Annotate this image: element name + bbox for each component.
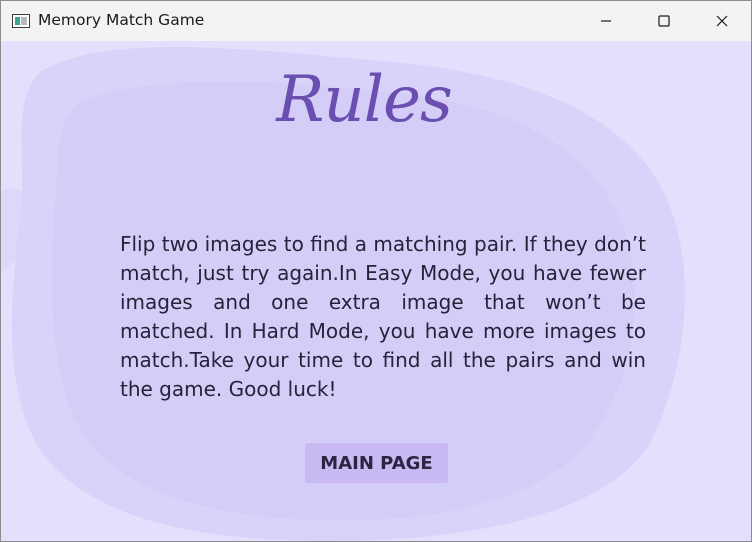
close-button[interactable] bbox=[693, 1, 751, 41]
minimize-icon bbox=[601, 20, 611, 22]
window-title: Memory Match Game bbox=[38, 11, 205, 29]
page-title: Rules bbox=[276, 63, 453, 137]
close-icon bbox=[716, 15, 728, 27]
rules-text: Flip two images to find a matching pair.… bbox=[120, 232, 646, 401]
main-page-button[interactable]: MAIN PAGE bbox=[305, 443, 448, 483]
title-bar[interactable]: Memory Match Game bbox=[1, 1, 751, 41]
maximize-button[interactable] bbox=[635, 1, 693, 41]
maximize-icon bbox=[658, 15, 670, 27]
app-window: Memory Match Game Rules Flip two images … bbox=[0, 0, 752, 542]
rules-page: Rules Flip two images to find a matching… bbox=[1, 41, 751, 541]
minimize-button[interactable] bbox=[577, 1, 635, 41]
app-icon bbox=[12, 14, 30, 28]
